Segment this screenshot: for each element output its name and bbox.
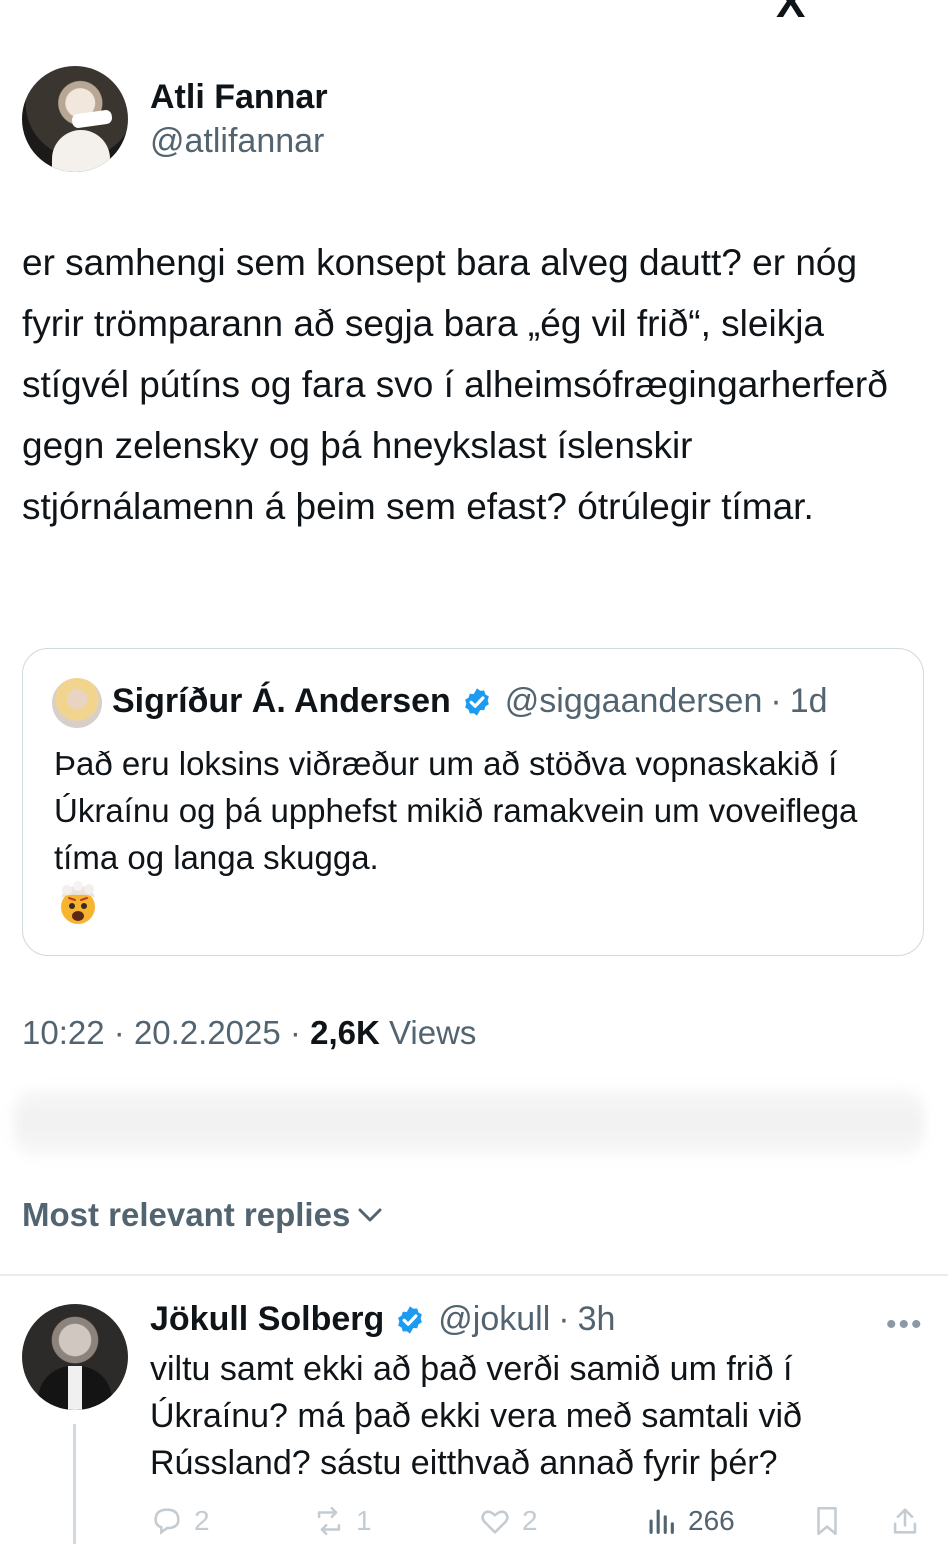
share-icon — [893, 1508, 917, 1534]
thread-line — [73, 1424, 76, 1544]
author-name[interactable]: Atli Fannar — [150, 78, 328, 117]
reply-author-handle[interactable]: @jokull — [438, 1300, 550, 1339]
author-handle[interactable]: @atlifannar — [150, 122, 324, 161]
reply-time[interactable]: 3h — [578, 1300, 616, 1339]
chevron-down-icon — [358, 1208, 382, 1222]
replies-sort-dropdown[interactable]: Most relevant replies — [22, 1196, 384, 1234]
reply-count: 2 — [194, 1505, 210, 1536]
replies-sort-label: Most relevant replies — [22, 1196, 351, 1233]
reply-button[interactable]: 2 — [150, 1504, 210, 1536]
share-button[interactable] — [888, 1504, 932, 1536]
redacted-action-bar — [14, 1090, 924, 1156]
retweet-icon — [317, 1506, 341, 1536]
quoted-time: 1d — [789, 682, 828, 720]
verified-badge-icon — [398, 1305, 423, 1334]
retweet-count: 1 — [356, 1505, 372, 1536]
reply-text: viltu samt ekki að það verði samið um fr… — [150, 1350, 802, 1482]
more-options-icon[interactable]: ••• — [886, 1308, 924, 1342]
retweet-button[interactable]: 1 — [312, 1504, 372, 1536]
quoted-separator: · — [770, 682, 782, 720]
reply-author-name[interactable]: Jökull Solberg — [150, 1300, 384, 1339]
avatar-shirt — [52, 130, 110, 172]
tweet-text: er samhengi sem konsept bara alveg dautt… — [22, 242, 899, 527]
reply-icon — [154, 1508, 180, 1535]
reply-separator: · — [558, 1300, 570, 1338]
like-button[interactable]: 2 — [478, 1504, 538, 1536]
avatar-glare — [71, 109, 113, 129]
tweet-time: 10:22 — [22, 1014, 105, 1051]
meta-separator-1: · — [113, 1014, 125, 1051]
tweet-views-label: Views — [388, 1014, 477, 1051]
reply-avatar[interactable] — [22, 1304, 128, 1410]
quoted-text: Það eru loksins viðræður um að stöðva vo… — [54, 745, 858, 876]
meta-separator-2: · — [289, 1014, 301, 1051]
bookmark-button[interactable] — [810, 1504, 854, 1536]
tweet-date: 20.2.2025 — [133, 1014, 281, 1051]
quoted-avatar — [52, 678, 102, 728]
author-avatar[interactable] — [22, 66, 128, 172]
exploding-head-emoji-icon — [61, 881, 95, 924]
views-button[interactable]: 266 — [644, 1504, 735, 1536]
quoted-name: Sigríður Á. Andersen — [112, 682, 451, 720]
top-fragment: X — [776, 0, 805, 27]
reply-header: Jökull Solberg @jokull · 3h — [150, 1300, 615, 1339]
avatar-collar — [68, 1366, 82, 1410]
like-count: 2 — [522, 1505, 538, 1536]
tweet-views-count: 2,6K — [310, 1014, 380, 1051]
bar-chart-icon — [649, 1509, 674, 1534]
heart-icon — [481, 1510, 509, 1534]
verified-badge-icon — [464, 687, 489, 716]
divider — [0, 1274, 948, 1276]
bookmark-icon — [817, 1506, 837, 1536]
quoted-handle: @siggaandersen — [504, 682, 763, 720]
quoted-header: Sigríður Á. Andersen @siggaandersen · 1d — [112, 682, 828, 721]
tweet-meta: 10:22 · 20.2.2025 · 2,6K Views — [22, 1014, 476, 1052]
views-count: 266 — [688, 1505, 735, 1536]
reply-action-bar: 2 1 2 266 — [150, 1500, 940, 1536]
